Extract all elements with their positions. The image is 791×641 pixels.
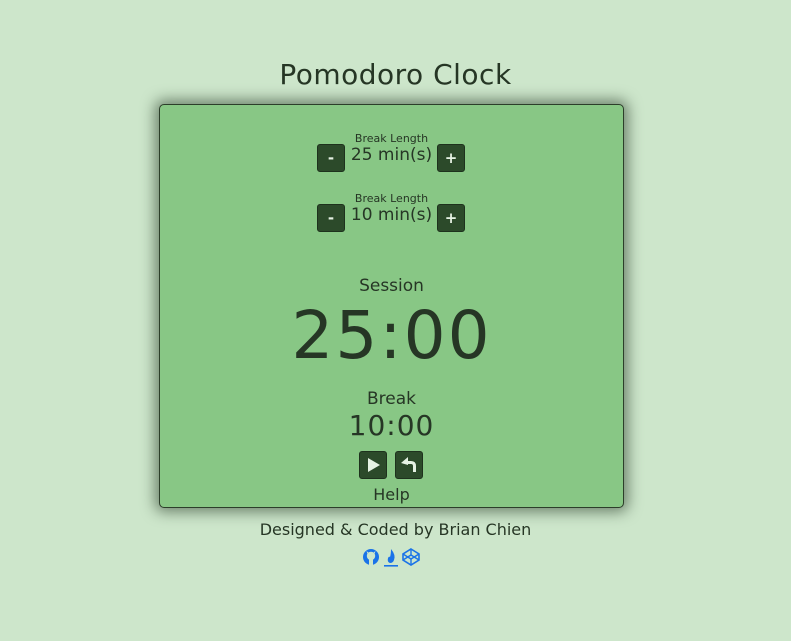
session-label: Session xyxy=(359,276,424,296)
play-icon xyxy=(368,458,380,472)
break-time-display: 10:00 xyxy=(348,409,435,442)
footer-links xyxy=(361,546,431,570)
undo-icon xyxy=(401,457,416,472)
footer-credit: Designed & Coded by Brian Chien xyxy=(259,520,532,539)
session-length-setting: Break Length - 25 min(s) + xyxy=(160,132,623,172)
help-link[interactable]: Help xyxy=(160,485,623,504)
clock-card: Break Length - 25 min(s) + Break Length … xyxy=(159,104,624,508)
codepen-link[interactable] xyxy=(401,546,421,568)
break-increment-button[interactable]: + xyxy=(437,204,465,232)
freecodecamp-link[interactable] xyxy=(381,546,401,568)
codepen-icon xyxy=(402,548,420,566)
break-length-setting: Break Length - 10 min(s) + xyxy=(160,192,623,232)
break-label: Break xyxy=(367,389,416,409)
freecodecamp-icon xyxy=(384,549,398,567)
reset-button[interactable] xyxy=(395,451,423,479)
break-length-value: 10 min(s) xyxy=(350,205,433,225)
github-link[interactable] xyxy=(361,546,381,568)
page-title: Pomodoro Clock xyxy=(279,58,512,91)
session-time-display: 25:00 xyxy=(291,297,492,374)
session-length-value: 25 min(s) xyxy=(350,145,433,165)
break-length-label: Break Length xyxy=(354,192,429,205)
session-length-label: Break Length xyxy=(354,132,429,145)
page: Pomodoro Clock Break Length - 25 min(s) … xyxy=(0,0,791,641)
github-icon xyxy=(363,549,379,565)
session-increment-button[interactable]: + xyxy=(437,144,465,172)
start-button[interactable] xyxy=(359,451,387,479)
